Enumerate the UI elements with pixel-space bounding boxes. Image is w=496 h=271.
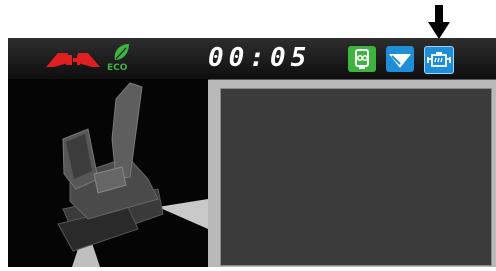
display-panel — [208, 80, 496, 267]
machine-display: ECO 00:05 — [8, 38, 496, 267]
engine-warning-icon — [427, 52, 451, 67]
wiper-indicator[interactable] — [386, 46, 414, 72]
clock-display: 00:05 — [208, 43, 312, 73]
down-arrow-icon — [428, 5, 450, 39]
display-area — [220, 88, 492, 266]
engine-indicator[interactable] — [424, 46, 454, 74]
status-bar: ECO 00:05 — [8, 38, 496, 79]
eco-leaf-icon — [114, 44, 129, 60]
filter-indicator[interactable] — [348, 46, 376, 72]
eco-label: ECO — [107, 63, 128, 73]
filter-icon — [355, 49, 369, 69]
travel-mode-icon[interactable] — [44, 47, 102, 71]
wiper-icon — [389, 54, 411, 68]
excavator-image — [57, 82, 208, 267]
excavator-view — [8, 79, 209, 267]
